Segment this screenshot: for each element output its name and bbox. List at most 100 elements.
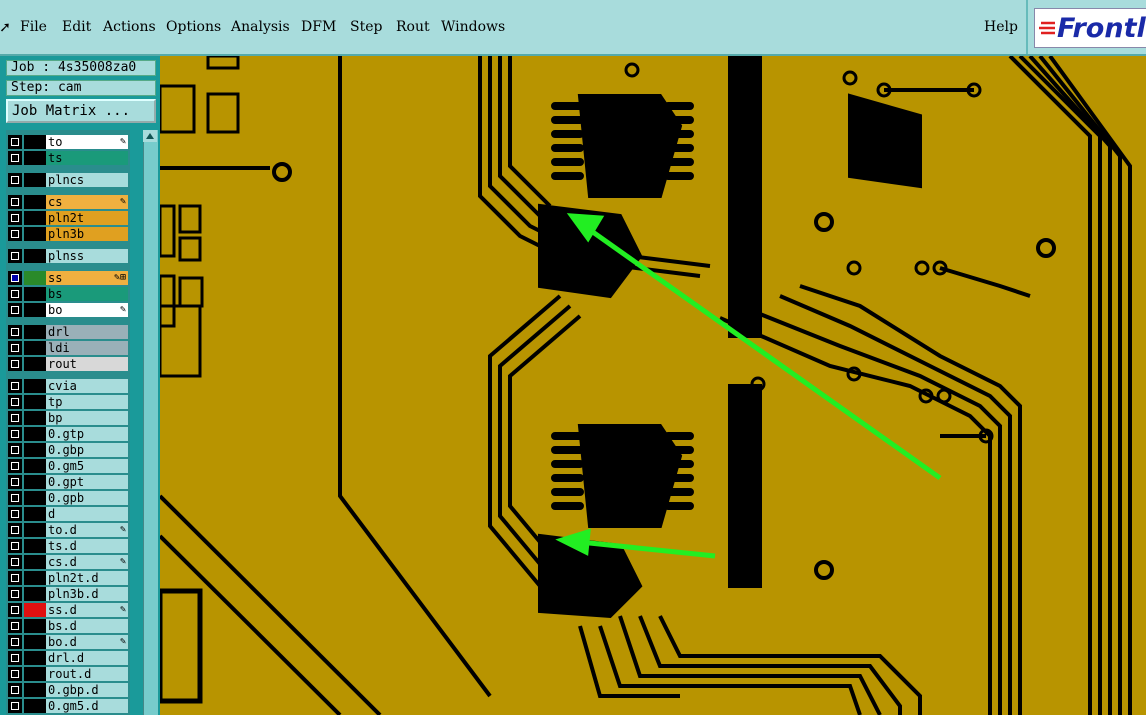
- layer-color-swatch[interactable]: [24, 357, 46, 371]
- layer-color-swatch[interactable]: [24, 587, 46, 601]
- layer-name[interactable]: bs: [46, 287, 128, 301]
- layer-name[interactable]: 0.gbp.d: [46, 683, 128, 697]
- layer-row[interactable]: drl: [6, 324, 128, 340]
- graphics-canvas[interactable]: [160, 56, 1146, 715]
- layer-checkbox[interactable]: [8, 325, 22, 339]
- layer-color-swatch[interactable]: [24, 539, 46, 553]
- layer-name[interactable]: cvia: [46, 379, 128, 393]
- layer-checkbox[interactable]: [8, 635, 22, 649]
- layer-checkbox[interactable]: [8, 459, 22, 473]
- layer-row[interactable]: d: [6, 506, 128, 522]
- layer-checkbox[interactable]: [8, 667, 22, 681]
- menu-help[interactable]: Help: [984, 19, 1018, 35]
- layer-color-swatch[interactable]: [24, 571, 46, 585]
- menu-analysis[interactable]: Analysis: [231, 19, 290, 35]
- layer-checkbox[interactable]: [8, 699, 22, 713]
- layer-row[interactable]: 0.gm5: [6, 458, 128, 474]
- layer-checkbox[interactable]: [8, 211, 22, 225]
- layer-row[interactable]: ss.d ✎: [6, 602, 128, 618]
- layer-checkbox[interactable]: [8, 427, 22, 441]
- layer-scrollbar[interactable]: [143, 130, 158, 715]
- layer-row[interactable]: plncs: [6, 172, 128, 188]
- menu-actions[interactable]: Actions: [103, 19, 156, 35]
- layer-row[interactable]: to.d ✎: [6, 522, 128, 538]
- layer-name[interactable]: plncs: [46, 173, 128, 187]
- layer-row[interactable]: ts: [6, 150, 128, 166]
- layer-color-swatch[interactable]: [24, 195, 46, 209]
- layer-name[interactable]: bo.d ✎: [46, 635, 128, 649]
- menu-options[interactable]: Options: [166, 19, 221, 35]
- layer-name[interactable]: to ✎: [46, 135, 128, 149]
- layer-checkbox[interactable]: [8, 443, 22, 457]
- layer-row[interactable]: pln2t: [6, 210, 128, 226]
- layer-checkbox[interactable]: [8, 287, 22, 301]
- menu-edit[interactable]: Edit: [62, 19, 91, 35]
- layer-checkbox[interactable]: [8, 395, 22, 409]
- layer-row[interactable]: bs.d: [6, 618, 128, 634]
- layer-color-swatch[interactable]: [24, 523, 46, 537]
- layer-checkbox[interactable]: [8, 491, 22, 505]
- layer-checkbox[interactable]: [8, 271, 22, 285]
- layer-color-swatch[interactable]: [24, 507, 46, 521]
- layer-name[interactable]: ldi: [46, 341, 128, 355]
- layer-name[interactable]: plnss: [46, 249, 128, 263]
- layer-color-swatch[interactable]: [24, 619, 46, 633]
- layer-color-swatch[interactable]: [24, 603, 46, 617]
- layer-name[interactable]: cs.d ✎: [46, 555, 128, 569]
- layer-checkbox[interactable]: [8, 587, 22, 601]
- layer-checkbox[interactable]: [8, 303, 22, 317]
- scroll-up-icon[interactable]: [143, 130, 157, 142]
- layer-color-swatch[interactable]: [24, 303, 46, 317]
- layer-checkbox[interactable]: [8, 571, 22, 585]
- pcb-view[interactable]: [160, 56, 1146, 715]
- layer-name[interactable]: pln2t: [46, 211, 128, 225]
- layer-checkbox[interactable]: [8, 379, 22, 393]
- layer-color-swatch[interactable]: [24, 459, 46, 473]
- menu-step[interactable]: Step: [350, 19, 382, 35]
- layer-name[interactable]: to.d ✎: [46, 523, 128, 537]
- layer-color-swatch[interactable]: [24, 271, 46, 285]
- layer-name[interactable]: bp: [46, 411, 128, 425]
- layer-color-swatch[interactable]: [24, 651, 46, 665]
- layer-checkbox[interactable]: [8, 151, 22, 165]
- layer-name[interactable]: 0.gm5: [46, 459, 128, 473]
- layer-row[interactable]: ss ✎⊞: [6, 270, 128, 286]
- layer-color-swatch[interactable]: [24, 635, 46, 649]
- layer-color-swatch[interactable]: [24, 249, 46, 263]
- layer-checkbox[interactable]: [8, 683, 22, 697]
- layer-checkbox[interactable]: [8, 249, 22, 263]
- layer-name[interactable]: ss ✎⊞: [46, 271, 128, 285]
- layer-row[interactable]: 0.gbp: [6, 442, 128, 458]
- layer-name[interactable]: rout.d: [46, 667, 128, 681]
- layer-row[interactable]: ldi: [6, 340, 128, 356]
- job-matrix-button[interactable]: Job Matrix ...: [6, 99, 156, 123]
- layer-name[interactable]: pln2t.d: [46, 571, 128, 585]
- layer-color-swatch[interactable]: [24, 287, 46, 301]
- layer-name[interactable]: drl.d: [46, 651, 128, 665]
- menu-dfm[interactable]: DFM: [301, 19, 336, 35]
- layer-checkbox[interactable]: [8, 475, 22, 489]
- layer-row[interactable]: plnss: [6, 248, 128, 264]
- layer-name[interactable]: pln3b.d: [46, 587, 128, 601]
- layer-row[interactable]: 0.gbp.d: [6, 682, 128, 698]
- layer-row[interactable]: cs.d ✎: [6, 554, 128, 570]
- layer-color-swatch[interactable]: [24, 173, 46, 187]
- layer-color-swatch[interactable]: [24, 227, 46, 241]
- layer-checkbox[interactable]: [8, 135, 22, 149]
- layer-row[interactable]: bo.d ✎: [6, 634, 128, 650]
- menu-rout[interactable]: Rout: [396, 19, 430, 35]
- layer-color-swatch[interactable]: [24, 443, 46, 457]
- layer-row[interactable]: ts.d: [6, 538, 128, 554]
- layer-color-swatch[interactable]: [24, 427, 46, 441]
- menu-windows[interactable]: Windows: [441, 19, 505, 35]
- layer-color-swatch[interactable]: [24, 211, 46, 225]
- layer-checkbox[interactable]: [8, 341, 22, 355]
- layer-row[interactable]: bp: [6, 410, 128, 426]
- layer-checkbox[interactable]: [8, 619, 22, 633]
- layer-color-swatch[interactable]: [24, 379, 46, 393]
- layer-name[interactable]: bs.d: [46, 619, 128, 633]
- layer-checkbox[interactable]: [8, 539, 22, 553]
- layer-row[interactable]: bo ✎: [6, 302, 128, 318]
- layer-checkbox[interactable]: [8, 227, 22, 241]
- layer-row[interactable]: 0.gtp: [6, 426, 128, 442]
